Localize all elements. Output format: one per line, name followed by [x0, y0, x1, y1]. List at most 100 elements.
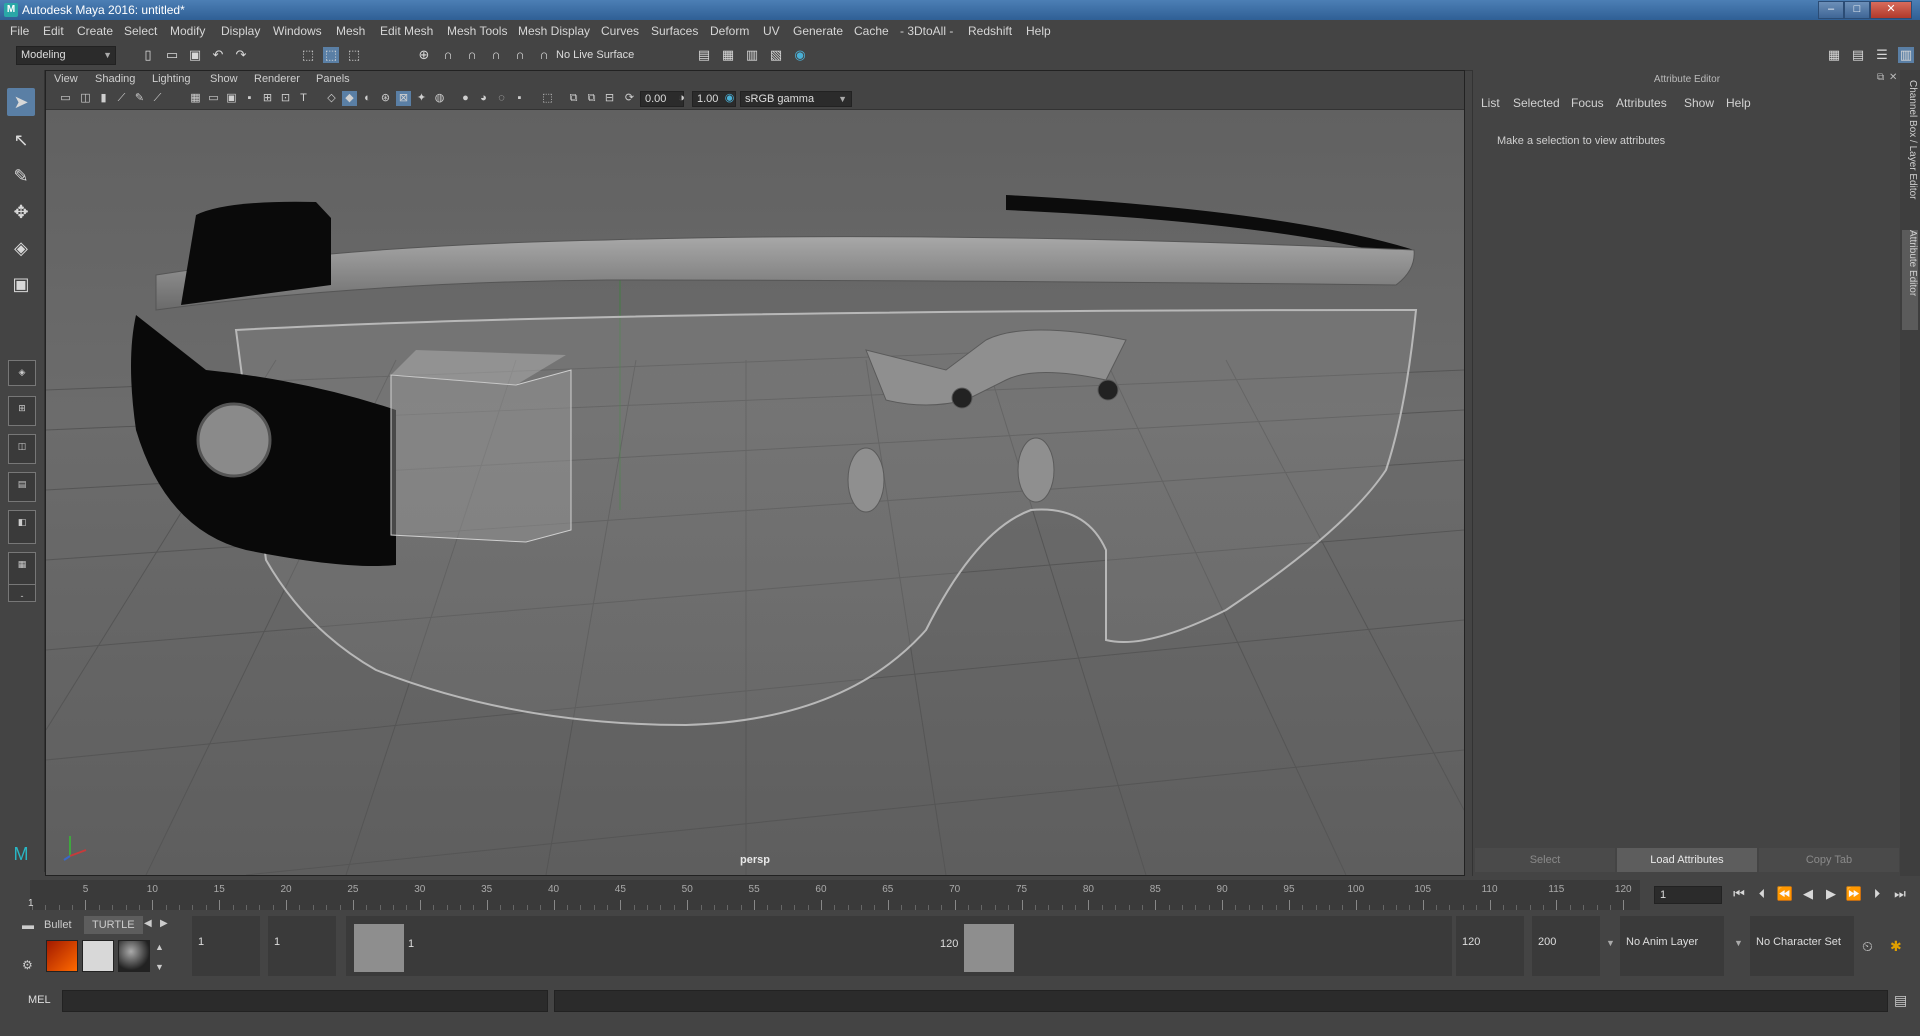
select-hierarchy-icon[interactable]: ⬚: [300, 47, 316, 63]
exposure-reset-icon[interactable]: ⟳: [622, 91, 637, 106]
viewport-menu-lighting[interactable]: Lighting: [152, 73, 191, 85]
paint-select-tool-icon[interactable]: ✎: [7, 162, 35, 190]
menu-select[interactable]: Select: [124, 24, 157, 38]
menu-help[interactable]: Help: [1026, 24, 1051, 38]
wireframe-on-shaded-icon[interactable]: ⊛: [378, 91, 393, 106]
save-scene-icon[interactable]: ▣: [187, 47, 203, 63]
smooth-shade-icon[interactable]: ◆: [342, 91, 357, 106]
shelf-scroll-down-icon[interactable]: ▼: [155, 962, 164, 972]
ae-menu-attributes[interactable]: Attributes: [1616, 96, 1667, 110]
xray-icon[interactable]: ⊠: [396, 91, 411, 106]
snap-projected-icon[interactable]: ∩: [488, 47, 504, 63]
close-panel-icon[interactable]: ✕: [1889, 72, 1897, 83]
color-management-icon[interactable]: ◉: [722, 91, 737, 106]
redo-icon[interactable]: ↷: [233, 47, 249, 63]
scale-tool-icon[interactable]: ▣: [7, 270, 35, 298]
chevron-down-icon[interactable]: ▼: [1734, 938, 1743, 948]
command-language-label[interactable]: MEL: [28, 994, 51, 1006]
minimize-button[interactable]: –: [1818, 1, 1844, 19]
snap-curve-icon[interactable]: ∩: [440, 47, 456, 63]
select-component-icon[interactable]: ⬚: [346, 47, 362, 63]
shelf-scroll-left-icon[interactable]: ◀: [144, 918, 152, 929]
character-set-dropdown[interactable]: No Character Set: [1750, 916, 1854, 976]
open-scene-icon[interactable]: ▭: [164, 47, 180, 63]
auto-key-icon[interactable]: ⏲: [1862, 938, 1873, 955]
menu-mesh-tools[interactable]: Mesh Tools: [447, 24, 507, 38]
resolution-gate-icon[interactable]: ▣: [224, 91, 239, 106]
playback-start-field[interactable]: 1: [268, 916, 336, 976]
snap-grid-icon[interactable]: ⊕: [416, 47, 432, 63]
script-editor-icon[interactable]: ▤: [1894, 992, 1907, 1009]
camera-icon[interactable]: ▭: [58, 91, 73, 106]
perspective-viewport[interactable]: persp: [46, 110, 1464, 875]
animation-preferences-icon[interactable]: ✱: [1890, 938, 1902, 955]
gate-mask-icon[interactable]: ▪: [242, 91, 257, 106]
viewport-menu-shading[interactable]: Shading: [95, 73, 135, 85]
workspace-icon[interactable]: ▦: [1826, 47, 1842, 63]
shadows-icon[interactable]: ◍: [432, 91, 447, 106]
single-perspective-layout-icon[interactable]: ◈: [8, 360, 36, 386]
render-settings-icon[interactable]: ▤: [696, 47, 712, 63]
motion-blur-icon[interactable]: ◕: [476, 91, 491, 106]
viewport-menu-view[interactable]: View: [54, 73, 78, 85]
float-panel-icon[interactable]: ⧉: [1877, 72, 1884, 83]
menu-display[interactable]: Display: [221, 24, 260, 38]
image-plane-icon[interactable]: ⟋: [114, 91, 129, 106]
grease-pencil-icon[interactable]: ✎: [132, 91, 147, 106]
ae-menu-help[interactable]: Help: [1726, 96, 1751, 110]
menu-edit[interactable]: Edit: [43, 24, 64, 38]
go-to-start-icon[interactable]: ⏮: [1730, 886, 1748, 902]
scene-start-field[interactable]: 1: [192, 916, 260, 976]
ambient-occlusion-icon[interactable]: ●: [458, 91, 473, 106]
two-pane-layout-icon[interactable]: ◫: [8, 434, 36, 464]
safe-action-icon[interactable]: ⊡: [278, 91, 293, 106]
view-transform-dropdown[interactable]: sRGB gamma ▼: [740, 91, 852, 107]
toggle-channel-box-icon[interactable]: ▥: [1898, 47, 1914, 63]
menu-deform[interactable]: Deform: [710, 24, 749, 38]
select-object-icon[interactable]: ⬚: [323, 47, 339, 63]
load-attributes-button[interactable]: Load Attributes: [1617, 848, 1757, 872]
menuset-dropdown[interactable]: Modeling ▼: [16, 46, 116, 65]
close-button[interactable]: ✕: [1870, 1, 1912, 19]
current-frame-field[interactable]: 1: [1654, 886, 1722, 904]
xray-joints-icon[interactable]: ⧉: [566, 91, 581, 106]
undo-icon[interactable]: ↶: [210, 47, 226, 63]
render-frame-icon[interactable]: ▦: [720, 47, 736, 63]
bookmark-icon[interactable]: ▮: [96, 91, 111, 106]
shelf-scroll-up-icon[interactable]: ▲: [155, 942, 164, 952]
move-tool-icon[interactable]: ✥: [7, 198, 35, 226]
collapse-icon[interactable]: -: [8, 584, 36, 602]
hypershade-icon[interactable]: ◉: [792, 47, 808, 63]
film-gate-icon[interactable]: ▭: [206, 91, 221, 106]
step-forward-icon[interactable]: ⏵: [1868, 886, 1886, 902]
snap-view-plane-icon[interactable]: ∩: [512, 47, 528, 63]
shelf-tab-turtle[interactable]: TURTLE: [84, 916, 143, 934]
ae-menu-list[interactable]: List: [1481, 96, 1500, 110]
isolate-select-icon[interactable]: ⬚: [540, 91, 555, 106]
viewport-menu-renderer[interactable]: Renderer: [254, 73, 300, 85]
use-default-material-icon[interactable]: ◐: [360, 91, 375, 106]
wireframe-icon[interactable]: ◇: [324, 91, 339, 106]
menu-3dtoall[interactable]: - 3DtoAll -: [900, 24, 953, 38]
channel-box-tab[interactable]: Channel Box / Layer Editor: [1902, 80, 1918, 230]
xray-active-icon[interactable]: ⧉: [584, 91, 599, 106]
maximize-button[interactable]: □: [1844, 1, 1870, 19]
menu-uv[interactable]: UV: [763, 24, 780, 38]
range-bar[interactable]: 1 120: [346, 916, 1452, 976]
menu-curves[interactable]: Curves: [601, 24, 639, 38]
menu-modify[interactable]: Modify: [170, 24, 205, 38]
ipr-render-icon[interactable]: ▥: [744, 47, 760, 63]
go-to-end-icon[interactable]: ⏭: [1891, 886, 1909, 902]
menu-cache[interactable]: Cache: [854, 24, 889, 38]
step-forward-key-icon[interactable]: ⏩: [1845, 886, 1863, 902]
turtle-sphere-icon[interactable]: [118, 940, 150, 972]
menu-surfaces[interactable]: Surfaces: [651, 24, 698, 38]
2d-pan-zoom-icon[interactable]: ⟋: [150, 91, 165, 106]
make-live-icon[interactable]: ∩: [536, 47, 552, 63]
lasso-tool-icon[interactable]: ↖: [7, 126, 35, 154]
grid-icon[interactable]: ▦: [188, 91, 203, 106]
new-scene-icon[interactable]: ▯: [140, 47, 156, 63]
safe-title-icon[interactable]: T: [296, 91, 311, 106]
depth-of-field-icon[interactable]: ▪: [512, 91, 527, 106]
four-view-layout-icon[interactable]: ⊞: [8, 396, 36, 426]
